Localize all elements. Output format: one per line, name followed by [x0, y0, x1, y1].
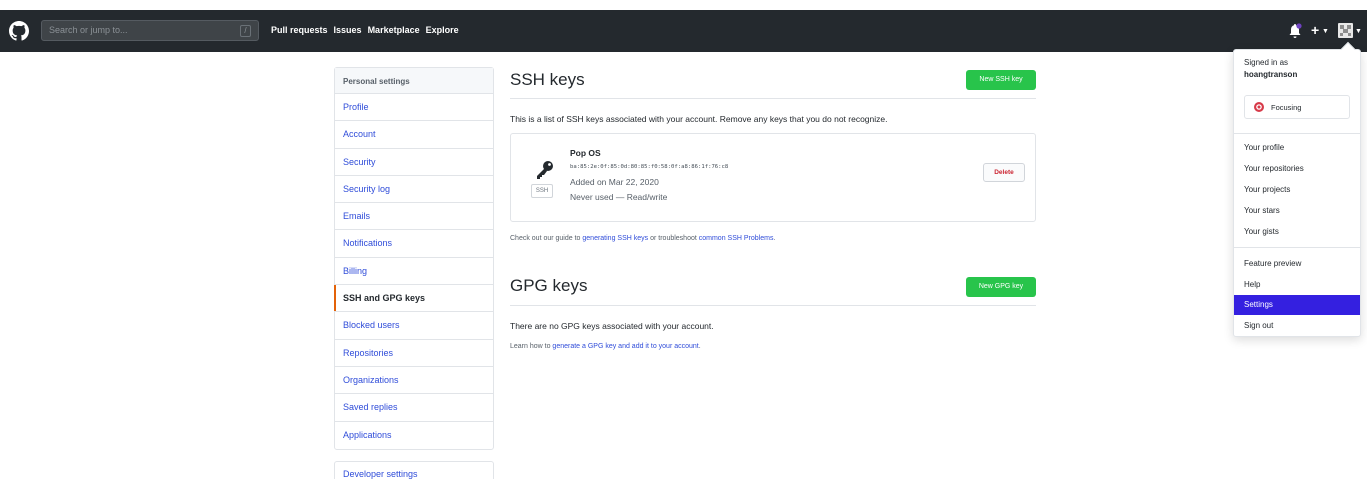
- nav-issues[interactable]: Issues: [334, 25, 362, 35]
- key-usage: Never used — Read/write: [570, 192, 668, 202]
- divider: [510, 98, 1036, 99]
- common-ssh-problems-link[interactable]: common SSH Problems: [699, 235, 774, 242]
- username: hoangtranson: [1244, 70, 1298, 79]
- menu-your-stars[interactable]: Your stars: [1234, 201, 1360, 221]
- nav-pull-requests[interactable]: Pull requests: [271, 25, 328, 35]
- sidebar-item-organizations[interactable]: Organizations: [335, 367, 493, 395]
- guide-mid: or troubleshoot: [648, 235, 699, 242]
- menu-feature-preview[interactable]: Feature preview: [1234, 254, 1360, 274]
- gpg-learn-text: Learn how to generate a GPG key and add …: [510, 343, 701, 350]
- sidebar-item-repositories[interactable]: Repositories: [335, 340, 493, 367]
- nav-marketplace[interactable]: Marketplace: [368, 25, 420, 35]
- ssh-description: This is a list of SSH keys associated wi…: [510, 114, 888, 124]
- menu-your-repositories[interactable]: Your repositories: [1234, 159, 1360, 179]
- top-header: Search or jump to... / Pull requests Iss…: [0, 10, 1367, 52]
- sidebar-item-developer-settings[interactable]: Developer settings: [334, 461, 494, 479]
- top-strip: [0, 0, 1367, 10]
- ssh-key-item: SSH Pop OS ba:85:2e:0f:85:0d:80:85:f0:58…: [510, 133, 1036, 222]
- sidebar-item-blocked-users[interactable]: Blocked users: [335, 312, 493, 340]
- menu-sign-out[interactable]: Sign out: [1234, 316, 1360, 336]
- generating-ssh-keys-link[interactable]: generating SSH keys: [582, 235, 648, 242]
- nav-explore[interactable]: Explore: [426, 25, 459, 35]
- menu-your-gists[interactable]: Your gists: [1234, 222, 1360, 242]
- github-logo-icon[interactable]: [9, 21, 29, 41]
- learn-suffix: .: [698, 343, 701, 350]
- chevron-down-icon: ▼: [1355, 28, 1362, 35]
- sidebar-item-account[interactable]: Account: [335, 121, 493, 149]
- menu-help[interactable]: Help: [1234, 275, 1360, 295]
- signed-in-label: Signed in as: [1244, 58, 1289, 67]
- divider: [1234, 133, 1360, 134]
- user-dropdown-menu: Signed in as hoangtranson Focusing Your …: [1233, 49, 1361, 337]
- divider: [1234, 247, 1360, 248]
- search-placeholder: Search or jump to...: [49, 25, 128, 35]
- gpg-empty-text: There are no GPG keys associated with yo…: [510, 321, 714, 331]
- status-button[interactable]: Focusing: [1244, 95, 1350, 119]
- key-added-date: Added on Mar 22, 2020: [570, 177, 659, 187]
- search-shortcut-key: /: [240, 25, 251, 37]
- ssh-keys-title: SSH keys: [510, 70, 585, 89]
- gpg-keys-title: GPG keys: [510, 276, 588, 295]
- status-label: Focusing: [1271, 103, 1302, 112]
- sidebar-item-applications[interactable]: Applications: [335, 422, 493, 449]
- new-gpg-key-button[interactable]: New GPG key: [966, 277, 1036, 297]
- menu-your-profile[interactable]: Your profile: [1234, 138, 1360, 158]
- settings-sidebar: Personal settings Profile Account Securi…: [334, 67, 494, 450]
- key-fingerprint: ba:85:2e:0f:85:0d:80:85:f0:58:0f:a8:86:1…: [570, 164, 729, 170]
- sidebar-item-notifications[interactable]: Notifications: [335, 230, 493, 258]
- delete-key-button[interactable]: Delete: [983, 163, 1025, 182]
- divider: [510, 305, 1036, 306]
- sidebar-item-saved-replies[interactable]: Saved replies: [335, 394, 493, 422]
- menu-your-projects[interactable]: Your projects: [1234, 180, 1360, 200]
- guide-suffix: .: [773, 235, 776, 242]
- ssh-badge: SSH: [531, 184, 553, 198]
- avatar[interactable]: [1338, 23, 1353, 38]
- key-title: Pop OS: [570, 148, 601, 158]
- focus-status-icon: [1254, 102, 1264, 112]
- search-input[interactable]: Search or jump to... /: [41, 20, 259, 41]
- ssh-guide-text: Check out our guide to generating SSH ke…: [510, 235, 775, 242]
- sidebar-item-security-log[interactable]: Security log: [335, 176, 493, 204]
- chevron-down-icon: ▼: [1322, 28, 1329, 35]
- sidebar-item-emails[interactable]: Emails: [335, 203, 493, 231]
- new-ssh-key-button[interactable]: New SSH key: [966, 70, 1036, 90]
- sidebar-item-security[interactable]: Security: [335, 149, 493, 176]
- menu-settings[interactable]: Settings: [1234, 295, 1360, 315]
- guide-prefix: Check out our guide to: [510, 235, 583, 242]
- sidebar-heading: Personal settings: [335, 68, 493, 94]
- key-icon: [537, 161, 553, 179]
- sidebar-item-ssh-gpg-keys[interactable]: SSH and GPG keys: [334, 285, 493, 313]
- sidebar-item-profile[interactable]: Profile: [335, 94, 493, 122]
- global-nav: Pull requests Issues Marketplace Explore: [271, 25, 459, 35]
- generate-gpg-key-link[interactable]: generate a GPG key and add it to your ac…: [552, 343, 698, 350]
- learn-prefix: Learn how to: [510, 343, 553, 350]
- sidebar-item-billing[interactable]: Billing: [335, 258, 493, 286]
- bell-icon[interactable]: [1288, 23, 1302, 39]
- plus-icon[interactable]: +: [1311, 22, 1319, 38]
